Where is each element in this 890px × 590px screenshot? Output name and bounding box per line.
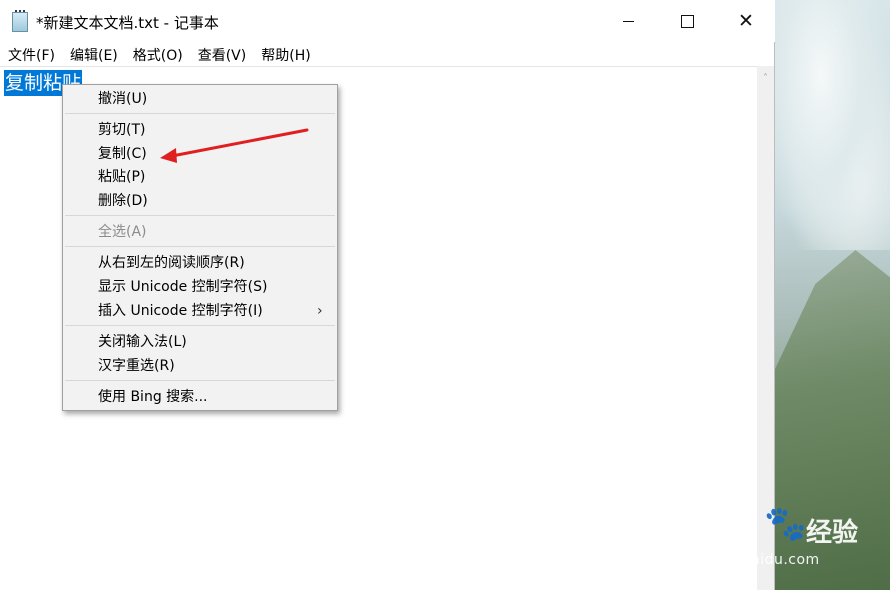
menu-item-cut[interactable]: 剪切(T) (98, 121, 145, 139)
desktop-sky (775, 0, 890, 250)
watermark-brand-left: Bai (680, 508, 737, 543)
watermark-brand-right: 经验 (806, 518, 859, 548)
paw-icon: 🐾 (764, 504, 807, 544)
close-button[interactable]: ✕ (718, 0, 774, 42)
menu-separator (65, 380, 335, 381)
maximize-button[interactable] (659, 0, 715, 42)
maximize-icon (680, 14, 694, 28)
menu-item-rtl-reading[interactable]: 从右到左的阅读顺序(R) (98, 254, 245, 272)
title-bar: *新建文本文档.txt - 记事本 ✕ (0, 0, 775, 42)
menu-file[interactable]: 文件(F) (0, 42, 62, 66)
menu-separator (65, 215, 335, 216)
red-arrow-annotation (160, 128, 309, 163)
menu-help[interactable]: 帮助(H) (253, 42, 317, 66)
menu-item-select-all: 全选(A) (98, 224, 147, 240)
watermark-url: jingyan.baidu.com (682, 552, 820, 568)
menu-separator (65, 113, 335, 114)
menu-item-bing-search[interactable]: 使用 Bing 搜索... (98, 388, 208, 406)
baidu-jingyan-watermark: Bai 🐾 经验 jingyan.baidu.com (680, 504, 890, 590)
notepad-icon[interactable] (12, 10, 28, 32)
minimize-button[interactable] (600, 0, 656, 42)
menu-edit[interactable]: 编辑(E) (62, 42, 125, 66)
chevron-right-icon: › (317, 303, 323, 319)
scroll-up-icon[interactable]: ˄ (761, 74, 770, 84)
menu-item-copy[interactable]: 复制(C) (98, 145, 147, 163)
minimize-icon (622, 20, 634, 22)
menu-item-reconversion[interactable]: 汉字重选(R) (98, 357, 175, 375)
menu-format[interactable]: 格式(O) (125, 42, 190, 66)
menu-view[interactable]: 查看(V) (190, 42, 254, 66)
menu-item-close-ime[interactable]: 关闭输入法(L) (98, 333, 187, 351)
menu-item-paste[interactable]: 粘贴(P) (98, 168, 145, 186)
menu-item-delete[interactable]: 删除(D) (98, 192, 148, 210)
menu-separator (65, 325, 335, 326)
close-icon: ✕ (738, 9, 754, 32)
menu-separator (65, 246, 335, 247)
menu-bar: 文件(F) 编辑(E) 格式(O) 查看(V) 帮助(H) (0, 42, 775, 66)
menu-item-show-unicode[interactable]: 显示 Unicode 控制字符(S) (98, 278, 267, 296)
menu-item-insert-unicode[interactable]: 插入 Unicode 控制字符(I) (98, 302, 263, 320)
window-title: *新建文本文档.txt - 记事本 (36, 14, 219, 32)
menu-item-undo[interactable]: 撤消(U) (98, 90, 147, 108)
